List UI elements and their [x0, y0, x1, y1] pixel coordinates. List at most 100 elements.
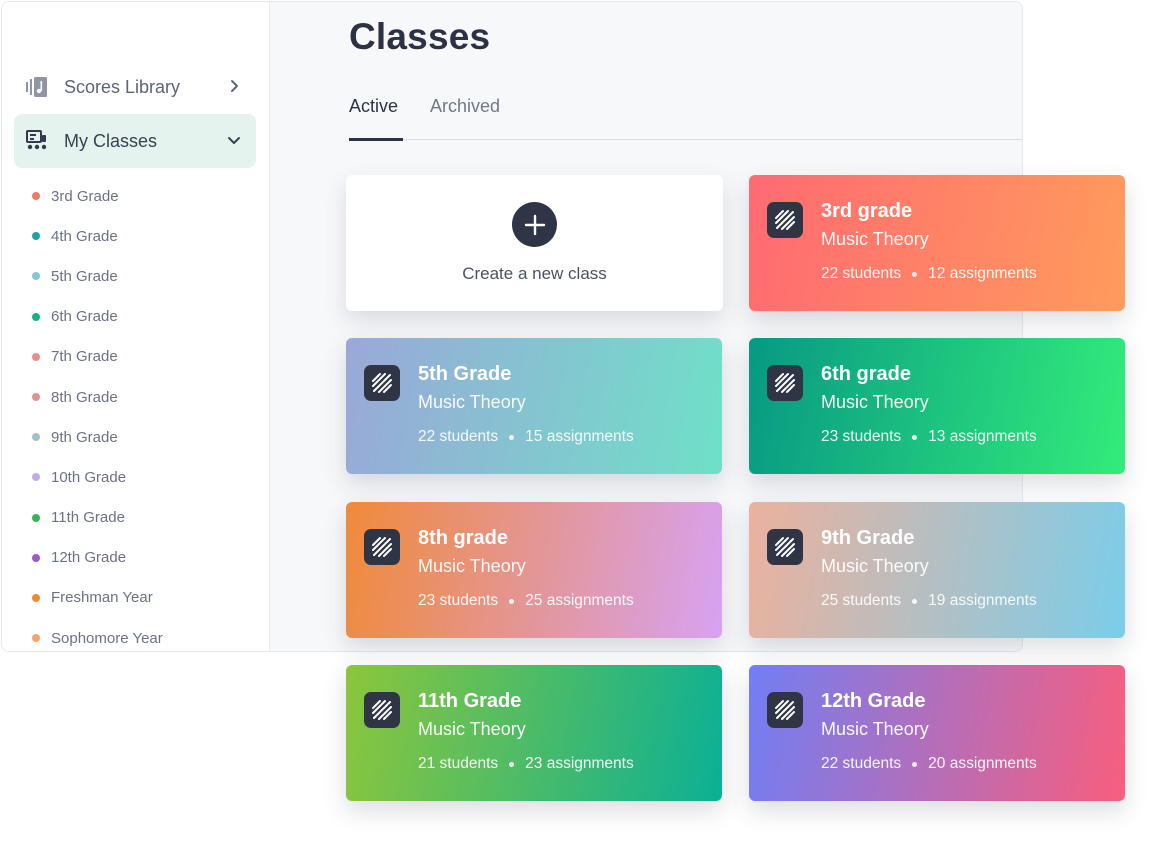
class-card-meta: 25 students 19 assignments: [821, 592, 1037, 610]
separator-dot: [912, 271, 918, 277]
class-card-assignments: 13 assignments: [928, 428, 1037, 445]
class-card[interactable]: 3rd grade Music Theory 22 students 12 assig…: [749, 175, 1125, 311]
sidebar-class-item[interactable]: 7th Grade: [32, 337, 163, 377]
class-card-students: 21 students: [418, 755, 499, 772]
class-card-students: 25 students: [821, 592, 902, 609]
scores-library-icon: [24, 76, 50, 98]
class-card-title: 6th grade: [821, 363, 912, 385]
sidebar-class-label: 9th Grade: [51, 428, 118, 446]
tab-active[interactable]: Active: [349, 96, 403, 141]
class-card-subject: Music Theory: [418, 719, 526, 739]
sidebar-class-label: 8th Grade: [51, 388, 118, 406]
class-card-meta: 22 students 12 assignments: [821, 265, 1037, 283]
class-color-dot: [32, 312, 40, 321]
class-card[interactable]: 8th grade Music Theory 23 students 25 assig…: [346, 502, 722, 638]
class-card-subject: Music Theory: [821, 556, 929, 576]
score-stripes-icon: [364, 692, 400, 728]
score-stripes-icon: [364, 529, 400, 565]
class-card[interactable]: 11th Grade Music Theory 21 students 23 assi…: [346, 665, 722, 801]
sidebar: Scores Library My Classes 3rd Grade 4th …: [2, 2, 270, 651]
class-card-subject: Music Theory: [821, 719, 929, 739]
class-card-assignments: 19 assignments: [928, 592, 1037, 609]
class-card-title: 12th Grade: [821, 690, 926, 712]
score-stripes-icon: [767, 365, 803, 401]
class-color-dot: [32, 513, 40, 522]
separator-dot: [509, 598, 515, 604]
class-color-dot: [32, 352, 40, 361]
sidebar-class-item[interactable]: 11th Grade: [32, 498, 163, 538]
class-color-dot: [32, 272, 40, 281]
sidebar-class-item[interactable]: 4th Grade: [32, 216, 163, 256]
sidebar-class-item[interactable]: 12th Grade: [32, 538, 163, 578]
sidebar-class-item[interactable]: Sophomore Year: [32, 618, 163, 651]
class-card-meta: 23 students 25 assignments: [418, 592, 634, 610]
class-color-dot: [32, 433, 40, 442]
sidebar-item-label: My Classes: [64, 130, 158, 151]
sidebar-class-label: 11th Grade: [51, 509, 125, 527]
chevron-down-icon: [226, 132, 242, 148]
create-class-card[interactable]: Create a new class: [346, 175, 723, 311]
class-card-meta: 23 students 13 assignments: [821, 428, 1037, 446]
sidebar-class-label: Freshman Year: [51, 589, 153, 607]
plus-icon[interactable]: [512, 202, 557, 247]
class-card-meta: 21 students 23 assignments: [418, 755, 634, 773]
class-card-students: 22 students: [418, 428, 499, 445]
separator-dot: [912, 598, 918, 604]
class-card-assignments: 20 assignments: [928, 755, 1037, 772]
class-card[interactable]: 9th Grade Music Theory 25 students 19 assig…: [749, 502, 1125, 638]
class-card-students: 23 students: [418, 592, 499, 609]
sidebar-item-scores-library[interactable]: Scores Library: [14, 60, 256, 114]
separator-dot: [912, 434, 918, 440]
tab-archived[interactable]: Archived: [430, 96, 500, 140]
class-card-students: 22 students: [821, 755, 902, 772]
class-card-subject: Music Theory: [821, 392, 929, 412]
class-card[interactable]: 5th Grade Music Theory 22 students 15 assig…: [346, 338, 722, 474]
class-card[interactable]: 12th Grade Music Theory 22 students 20 assi…: [749, 665, 1125, 801]
tab-bar: Active Archived: [349, 96, 1022, 141]
class-card-title: 8th grade: [418, 527, 509, 549]
separator-dot: [509, 761, 515, 767]
score-stripes-icon: [364, 365, 400, 401]
page-title: Classes: [349, 16, 491, 57]
class-card-subject: Music Theory: [418, 556, 526, 576]
score-stripes-icon: [767, 529, 803, 565]
score-stripes-icon: [767, 692, 803, 728]
sidebar-class-item[interactable]: 8th Grade: [32, 377, 163, 417]
sidebar-class-item[interactable]: 3rd Grade: [32, 176, 163, 216]
class-card-assignments: 12 assignments: [928, 265, 1037, 282]
class-card-students: 23 students: [821, 428, 902, 445]
sidebar-item-label: Scores Library: [64, 76, 181, 97]
sidebar-class-label: 12th Grade: [51, 549, 127, 567]
class-color-dot: [32, 593, 40, 602]
class-card-subject: Music Theory: [821, 229, 929, 249]
class-card-meta: 22 students 15 assignments: [418, 428, 634, 446]
sidebar-class-label: 5th Grade: [51, 267, 118, 285]
class-card-assignments: 25 assignments: [525, 592, 634, 609]
sidebar-class-item[interactable]: 5th Grade: [32, 256, 163, 296]
class-card-assignments: 15 assignments: [525, 428, 634, 445]
sidebar-class-label: 4th Grade: [51, 227, 118, 245]
score-stripes-icon: [767, 202, 803, 238]
sidebar-class-item[interactable]: Freshman Year: [32, 578, 163, 618]
class-card-meta: 22 students 20 assignments: [821, 755, 1037, 773]
class-card[interactable]: 6th grade Music Theory 23 students 13 assig…: [749, 338, 1125, 474]
sidebar-item-my-classes[interactable]: My Classes: [14, 114, 256, 168]
class-color-dot: [32, 192, 40, 201]
class-card-subject: Music Theory: [418, 392, 526, 412]
sidebar-class-label: 6th Grade: [51, 308, 118, 326]
create-class-label: Create a new class: [462, 264, 607, 283]
class-card-title: 5th Grade: [418, 363, 512, 385]
sidebar-class-item[interactable]: 9th Grade: [32, 417, 163, 457]
class-card-title: 3rd grade: [821, 200, 913, 222]
sidebar-class-item[interactable]: 6th Grade: [32, 297, 163, 337]
class-color-dot: [32, 232, 40, 241]
class-card-assignments: 23 assignments: [525, 755, 634, 772]
sidebar-class-label: 10th Grade: [51, 468, 127, 486]
sidebar-class-label: Sophomore Year: [51, 629, 163, 647]
class-color-dot: [32, 393, 40, 402]
sidebar-class-item[interactable]: 10th Grade: [32, 457, 163, 497]
class-color-dot: [32, 634, 40, 643]
class-color-dot: [32, 473, 40, 482]
class-card-students: 22 students: [821, 265, 902, 282]
chevron-right-icon: [226, 78, 242, 94]
